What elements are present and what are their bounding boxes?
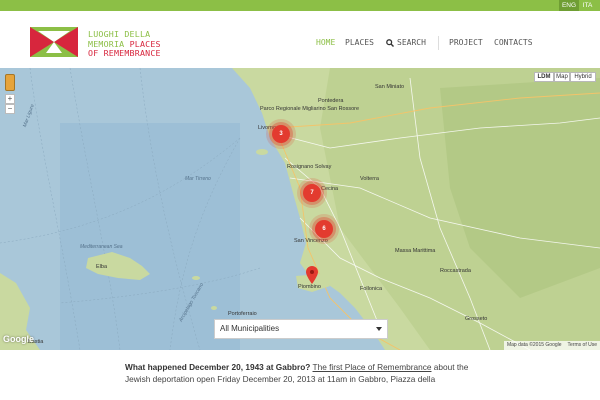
map-label-massa-marittima: Massa Marittima xyxy=(395,248,436,254)
main-nav: HOME PLACES SEARCH PROJECT CONTACTS xyxy=(0,36,600,50)
map-label-portoferraio: Portoferraio xyxy=(228,311,257,317)
marker-cluster[interactable]: 6 xyxy=(315,220,333,238)
map-label-volterra: Volterra xyxy=(360,176,379,182)
map-label-cecina: Cecina xyxy=(321,186,339,192)
map-attribution: Map data ©2015 Google Terms of Use xyxy=(503,341,600,350)
site-header: LUOGHI DELLA MEMORIA PLACES OF REMEMBRAN… xyxy=(0,11,600,68)
intro-paragraph: What happened December 20, 1943 at Gabbr… xyxy=(125,362,475,385)
intro-question: What happened December 20, 1943 at Gabbr… xyxy=(125,362,311,372)
terms-of-use-link[interactable]: Terms of Use xyxy=(568,342,597,348)
page: ENG ITA LUOGHI DELLA MEMORIA PLACES OF R… xyxy=(0,0,600,400)
marker-cluster[interactable]: 3 xyxy=(272,125,290,143)
map-label-mediterranean-sea: Mediterranean Sea xyxy=(80,244,123,250)
first-place-link[interactable]: The first Place of Remembrance xyxy=(313,362,432,372)
chevron-down-icon xyxy=(376,327,382,331)
map-label-rosignano: Rosignano Solvay xyxy=(287,164,332,170)
map-label-roccastrada: Roccastrada xyxy=(440,268,471,274)
zoom-out-button[interactable]: − xyxy=(5,104,15,114)
google-logo[interactable]: Google xyxy=(3,334,34,344)
map-type-hybrid-button[interactable]: Hybrid xyxy=(570,72,596,82)
map-label-mar-tirreno: Mar Tirreno xyxy=(185,176,211,182)
map-label-grosseto: Grosseto xyxy=(465,316,488,322)
intro-text: What happened December 20, 1943 at Gabbr… xyxy=(125,362,475,385)
nav-divider xyxy=(438,36,439,50)
language-ita-button[interactable]: ITA xyxy=(579,0,596,11)
map-label-elba: Elba xyxy=(96,264,108,270)
marker-cluster[interactable]: 7 xyxy=(303,184,321,202)
nav-search-label: SEARCH xyxy=(397,38,426,47)
map-data-credit: Map data ©2015 Google xyxy=(506,342,562,348)
municipality-select-value: All Municipalities xyxy=(220,324,280,333)
map-type-map-button[interactable]: Map xyxy=(554,72,570,82)
map-label-piombino: Piombino xyxy=(298,284,321,290)
nav-home[interactable]: HOME xyxy=(316,37,335,49)
map[interactable]: ⤢ xyxy=(0,68,600,350)
nav-places[interactable]: PLACES xyxy=(345,37,374,49)
map-pin-icon[interactable] xyxy=(306,266,318,284)
zoom-in-button[interactable]: + xyxy=(5,94,15,104)
municipality-select[interactable]: All Municipalities xyxy=(214,319,388,339)
map-label-follonica: Follonica xyxy=(360,286,383,292)
nav-contacts[interactable]: CONTACTS xyxy=(494,37,533,49)
map-label-san-vincenzo: San Vincenzo xyxy=(294,238,328,244)
nav-project[interactable]: PROJECT xyxy=(449,37,483,49)
map-label-pontedera: Pontedera xyxy=(318,98,344,104)
top-bar: ENG ITA xyxy=(0,0,600,11)
search-icon xyxy=(386,39,394,47)
map-label-migliarino: Parco Regionale Migliarino San Rossore xyxy=(260,106,360,112)
street-view-pegman-icon[interactable] xyxy=(5,74,15,91)
logo-line-3: OF REMEMBRANCE xyxy=(88,48,161,58)
map-type-ldm-button[interactable]: LDM xyxy=(534,72,554,82)
map-label-san-miniato: San Miniato xyxy=(375,84,405,90)
language-eng-button[interactable]: ENG xyxy=(559,0,579,11)
